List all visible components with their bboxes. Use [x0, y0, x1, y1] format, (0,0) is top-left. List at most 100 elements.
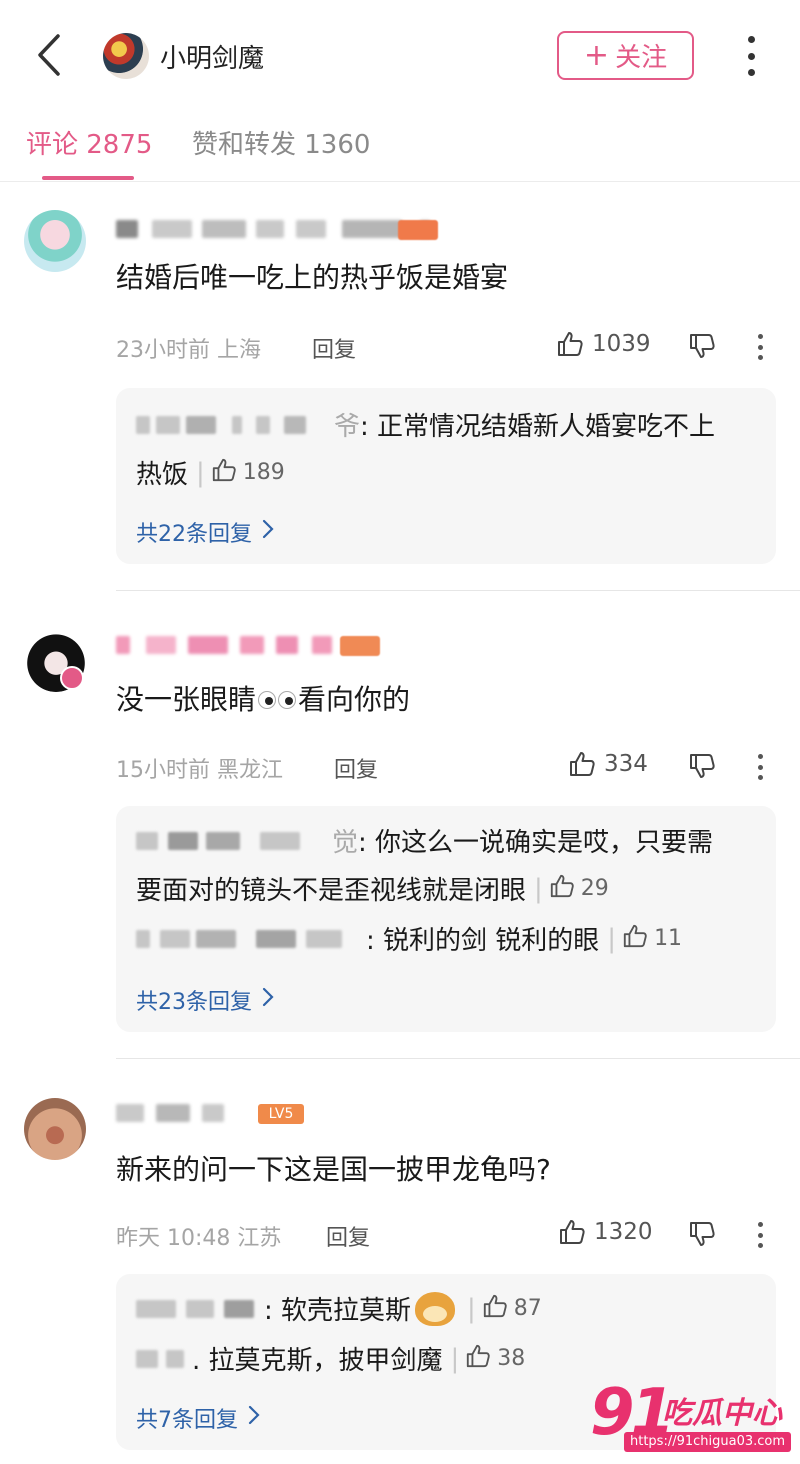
comment-more-icon[interactable]	[756, 1222, 764, 1248]
reply-like-button[interactable]: 38	[465, 1343, 525, 1375]
commenter-avatar[interactable]	[24, 1098, 86, 1160]
reply-like-count: 87	[513, 1296, 542, 1321]
reply-like-button[interactable]: 29	[549, 873, 609, 905]
comment-divider	[116, 1058, 800, 1059]
author-avatar[interactable]	[103, 33, 149, 79]
reply-item: 爷 : 正常情况结婚新人婚宴吃不上	[136, 406, 715, 443]
commenter-name-redacted[interactable]: LV5	[116, 1100, 416, 1126]
like-count: 334	[604, 751, 648, 777]
like-button[interactable]: 1320	[558, 1218, 653, 1246]
like-count: 1039	[592, 331, 651, 357]
reply-panel: 觉 : 你这么一说确实是哎，只要需 要面对的镜头不是歪视线就是闭眼 | 29 :…	[116, 806, 776, 1032]
thumbs-up-icon	[482, 1293, 508, 1325]
doge-emoji-icon	[415, 1291, 456, 1326]
plus-icon: +	[583, 37, 610, 73]
back-arrow-icon[interactable]	[30, 30, 70, 80]
reply-text: : 正常情况结婚新人婚宴吃不上	[360, 412, 716, 442]
follow-button[interactable]: + 关注	[557, 31, 694, 80]
thumbs-up-icon	[622, 923, 648, 955]
reply-author-tail: 爷	[334, 412, 361, 442]
thumbs-up-icon	[558, 1218, 586, 1246]
comment-more-icon[interactable]	[756, 754, 764, 780]
reply-like-count: 29	[580, 876, 609, 901]
thumbs-down-icon[interactable]	[688, 332, 716, 360]
comment-text: 没一张眼睛 看向你的	[116, 678, 410, 718]
reply-item-continued: 热饭 | 189	[136, 454, 285, 491]
view-more-replies-label: 共7条回复	[136, 1408, 238, 1433]
reply-button[interactable]: 回复	[326, 1220, 370, 1252]
reply-text: . 拉莫克斯，披甲剑魔	[192, 1346, 443, 1376]
view-more-replies-link[interactable]: 共23条回复	[136, 984, 274, 1016]
comment-text: 结婚后唯一吃上的热乎饭是婚宴	[116, 261, 509, 294]
reply-like-count: 189	[242, 460, 285, 485]
tab-bar: 评论 2875 赞和转发 1360	[0, 110, 800, 182]
commenter-name-redacted[interactable]	[116, 216, 438, 242]
reply-text: : 锐利的剑 锐利的眼	[366, 926, 600, 956]
reply-like-button[interactable]: 87	[482, 1293, 542, 1325]
author-name[interactable]: 小明剑魔	[160, 38, 264, 75]
view-more-replies-link[interactable]: 共7条回复	[136, 1402, 260, 1434]
chevron-right-icon	[262, 987, 274, 1013]
tab-likes-reposts[interactable]: 赞和转发 1360	[192, 124, 370, 161]
thumbs-down-icon[interactable]	[688, 752, 716, 780]
follow-label: 关注	[615, 43, 668, 73]
commenter-name-redacted[interactable]	[116, 632, 416, 658]
view-more-replies-label: 共23条回复	[136, 990, 252, 1015]
reply-author-redacted[interactable]	[136, 928, 364, 950]
comment-time-location: 15小时前 黑龙江	[116, 758, 283, 783]
reply-author-redacted[interactable]	[136, 414, 332, 436]
comment-time-location: 昨天 10:48 江苏	[116, 1226, 282, 1251]
reply-item-continued: 要面对的镜头不是歪视线就是闭眼 | 29	[136, 870, 609, 907]
reply-panel: 爷 : 正常情况结婚新人婚宴吃不上 热饭 | 189 共22条回复	[116, 388, 776, 564]
active-tab-indicator	[42, 176, 134, 180]
thumbs-up-icon	[556, 330, 584, 358]
watermark-url: https://91chigua03.com	[624, 1432, 792, 1452]
view-more-replies-link[interactable]: 共22条回复	[136, 516, 274, 548]
reply-item: 觉 : 你这么一说确实是哎，只要需	[136, 822, 713, 859]
avatar-badge	[60, 666, 84, 690]
view-more-replies-label: 共22条回复	[136, 522, 252, 547]
reply-button[interactable]: 回复	[334, 752, 378, 784]
reply-author-redacted[interactable]	[136, 1348, 190, 1370]
reply-author-tail: 觉	[332, 828, 359, 858]
reply-like-button[interactable]: 11	[622, 923, 682, 955]
thumbs-up-icon	[568, 750, 596, 778]
reply-author-redacted[interactable]	[136, 830, 330, 852]
reply-text: : 软壳拉莫斯	[264, 1296, 412, 1326]
top-bar: 小明剑魔 + 关注	[0, 0, 800, 110]
more-options-icon[interactable]	[740, 36, 762, 76]
eyes-emoji-icon	[258, 691, 297, 709]
comment-text-part2: 看向你的	[298, 683, 411, 716]
reply-item: : 锐利的剑 锐利的眼 | 11	[136, 920, 682, 957]
reply-item: . 拉莫克斯，披甲剑魔 | 38	[136, 1340, 525, 1377]
thumbs-up-icon	[211, 457, 237, 489]
reply-text-continued: 要面对的镜头不是歪视线就是闭眼	[136, 876, 527, 906]
thumbs-up-icon	[549, 873, 575, 905]
comment-item: 没一张眼睛 看向你的 15小时前 黑龙江 回复 334 觉 : 你这么一说确实是哎…	[0, 616, 800, 1056]
comment-time-location: 23小时前 上海	[116, 338, 261, 363]
comment-text-part1: 没一张眼睛	[116, 683, 257, 716]
like-button[interactable]: 1039	[556, 330, 651, 358]
like-button[interactable]: 334	[568, 750, 648, 778]
like-count: 1320	[594, 1219, 653, 1245]
reply-text: : 你这么一说确实是哎，只要需	[358, 828, 714, 858]
chevron-right-icon	[262, 519, 274, 545]
reply-author-redacted[interactable]	[136, 1298, 262, 1320]
thumbs-down-icon[interactable]	[688, 1220, 716, 1248]
watermark-text: 吃瓜中心	[662, 1396, 782, 1431]
commenter-avatar[interactable]	[24, 210, 86, 272]
reply-button[interactable]: 回复	[312, 332, 356, 364]
chevron-right-icon	[248, 1405, 260, 1431]
reply-item: : 软壳拉莫斯 | 87	[136, 1290, 542, 1327]
reply-like-button[interactable]: 189	[211, 457, 285, 489]
comment-divider	[116, 590, 800, 591]
level-badge	[340, 636, 380, 656]
tab-comments[interactable]: 评论 2875	[26, 124, 152, 161]
comment-text: 新来的问一下这是国一披甲龙龟吗?	[116, 1153, 551, 1186]
reply-text-continued: 热饭	[136, 460, 189, 490]
thumbs-up-icon	[465, 1343, 491, 1375]
site-watermark: 91 吃瓜中心 https://91chigua03.com	[590, 1376, 792, 1456]
reply-like-count: 11	[654, 926, 683, 951]
comment-more-icon[interactable]	[756, 334, 764, 360]
comment-item: 结婚后唯一吃上的热乎饭是婚宴 23小时前 上海 回复 1039 爷 : 正常情况…	[0, 200, 800, 590]
